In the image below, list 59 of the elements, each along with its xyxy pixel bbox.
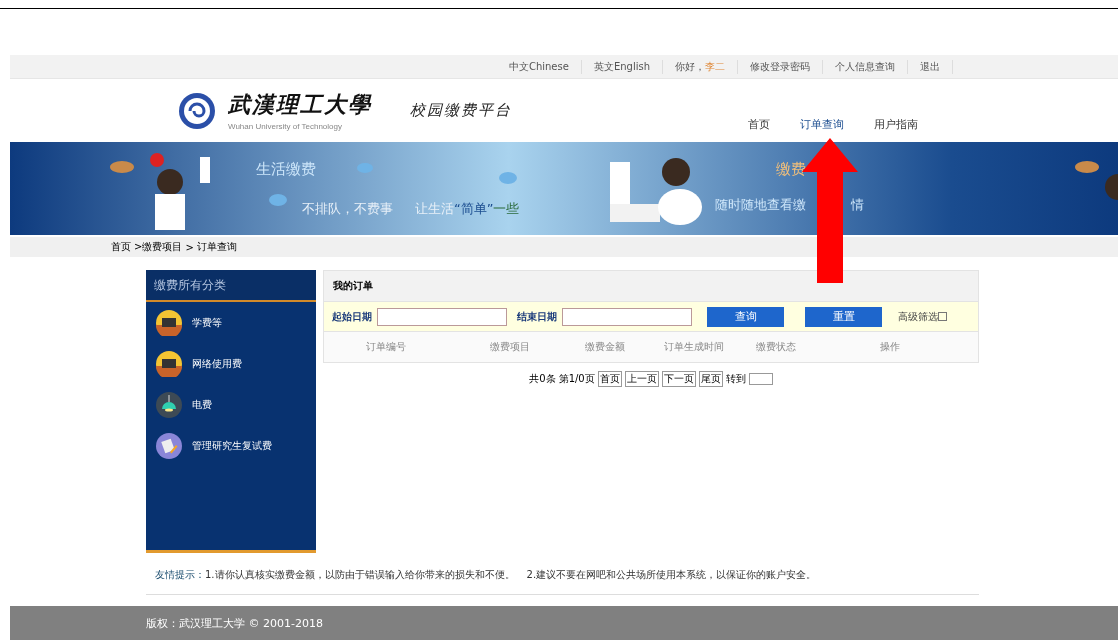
university-seal-icon (178, 91, 216, 130)
top-link[interactable]: 修改登录密码 (738, 59, 823, 74)
page-number-field[interactable] (748, 373, 773, 385)
sidebar-item[interactable]: 电费 (192, 397, 212, 412)
sidebar-item[interactable]: 网络使用费 (192, 356, 242, 371)
field-label: 起始日期 (332, 309, 372, 324)
panel-title: 我的订单 (333, 279, 373, 293)
sidebar-item[interactable]: 学费等 (192, 315, 222, 330)
pager-button[interactable]: 下一页 (661, 371, 696, 387)
tip-text: 1.请你认真核实缴费金额，以防由于错误输入给你带来的损失和不便。 (205, 568, 515, 582)
banner-subtitle: 情 (851, 196, 864, 214)
advanced-filter-checkbox[interactable] (938, 312, 947, 321)
pager-button[interactable]: 上一页 (624, 371, 659, 387)
tip-text: 2.建议不要在网吧和公共场所使用本系统，以保证你的账户安全。 (526, 568, 817, 582)
document-icon (156, 432, 182, 459)
query-button[interactable]: 查询 (707, 306, 784, 327)
pager-summary: 共0条 (529, 372, 556, 386)
university-english-name: Wuhan University of Technology (228, 122, 343, 131)
pager-button[interactable]: 首页 (597, 371, 622, 387)
banner-slogan: 让生活“简单”一些 (415, 200, 520, 218)
advanced-filter-label: 高级筛选 (898, 309, 938, 324)
pager-button[interactable]: 尾页 (698, 371, 723, 387)
top-link[interactable]: 中文Chinese (496, 59, 582, 74)
end-date-field[interactable] (562, 307, 692, 326)
nav-link[interactable]: 用户指南 (874, 117, 918, 132)
column-header: 缴费金额 (585, 340, 625, 354)
lamp-icon (156, 391, 182, 418)
copyright-text: 版权：武汉理工大学 © 2001-2018 (146, 615, 323, 631)
nav-link[interactable]: 首页 (748, 117, 770, 132)
nav-link[interactable]: 订单查询 (800, 117, 844, 132)
breadcrumb-item[interactable]: 首页 (111, 240, 131, 254)
banner-subtitle: 随时随地查看缴 (715, 196, 806, 214)
sidebar-title: 缴费所有分类 (146, 270, 316, 302)
platform-title: 校园缴费平台 (410, 101, 512, 120)
breadcrumb-item[interactable]: >缴费项目 (134, 240, 183, 254)
sidebar-item[interactable]: 管理研究生复试费 (192, 438, 272, 453)
breadcrumb-item: 订单查询 (196, 240, 237, 254)
banner-title: 缴费 (776, 160, 806, 179)
pager-page: 第1/0页 (558, 372, 595, 386)
field-label: 结束日期 (517, 309, 557, 324)
top-link[interactable]: 退出 (908, 59, 953, 74)
top-link[interactable]: 你好，李二 (663, 59, 738, 74)
column-header: 操作 (880, 340, 900, 354)
start-date-field[interactable] (377, 307, 507, 326)
university-name: 武漢理工大學 (228, 90, 372, 119)
reset-button[interactable]: 重置 (805, 306, 882, 327)
column-header: 缴费项目 (490, 340, 530, 354)
top-link[interactable]: 个人信息查询 (823, 59, 908, 74)
top-link[interactable]: 英文English (581, 59, 663, 74)
column-header: 缴费状态 (756, 340, 796, 354)
monitor-icon (156, 350, 182, 377)
monitor-icon (156, 309, 182, 336)
column-header: 订单生成时间 (664, 340, 724, 354)
column-header: 订单编号 (366, 340, 406, 354)
banner-slogan: 不排队，不费事 (302, 200, 393, 218)
tips-label: 友情提示： (155, 568, 205, 582)
breadcrumb-item[interactable]: > (185, 241, 194, 253)
goto-label: 转到 (725, 372, 746, 386)
banner-title: 生活缴费 (256, 160, 316, 179)
